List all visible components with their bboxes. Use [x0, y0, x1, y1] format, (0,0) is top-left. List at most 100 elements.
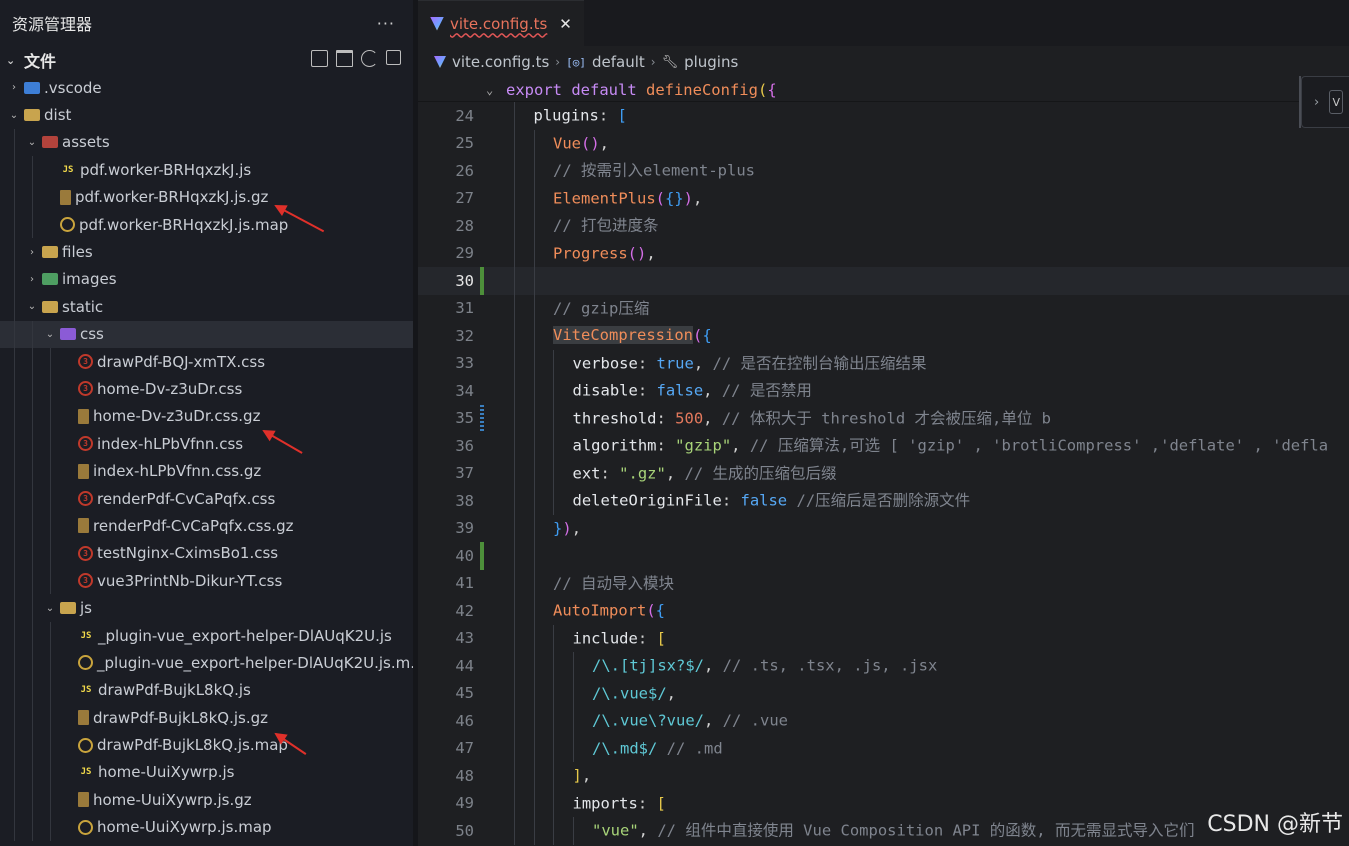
code-line[interactable]: 25 Vue(),	[418, 129, 1349, 157]
tree-item[interactable]: ›3vue3PrintNb-Dikur-YT.css	[0, 567, 413, 595]
code-text: threshold: 500, // 体积大于 threshold 才会被压缩,…	[514, 404, 1051, 432]
code-line[interactable]: 31 // gzip压缩	[418, 294, 1349, 322]
tree-item[interactable]: ⌄ js	[0, 594, 413, 622]
code-line[interactable]: 48],	[418, 762, 1349, 790]
indent-guide	[50, 703, 51, 732]
close-icon[interactable]: ✕	[559, 15, 572, 33]
breadcrumb-symbol-plugins[interactable]: plugins	[684, 53, 738, 71]
code-line[interactable]: 39}),	[418, 514, 1349, 542]
code-line[interactable]: 27 ElementPlus({}),	[418, 184, 1349, 212]
js-icon: JS	[62, 164, 74, 175]
code-line[interactable]: 28 // 打包进度条	[418, 212, 1349, 240]
code-line[interactable]: 36 algorithm: "gzip", // 压缩算法,可选 [ 'gzip'…	[418, 432, 1349, 460]
tree-item-label: drawPdf-BujkL8kQ.js.gz	[93, 708, 269, 727]
more-actions-icon[interactable]: ···	[377, 14, 395, 33]
tab-vite-config[interactable]: vite.config.ts ✕	[418, 0, 584, 46]
tree-item[interactable]: ›pdf.worker-BRHqxzkJ.js.gz	[0, 183, 413, 211]
tree-item[interactable]: ›JS_plugin-vue_export-helper-DlAUqK2U.js	[0, 621, 413, 650]
tree-item[interactable]: ⌄ assets	[0, 128, 413, 157]
code-line[interactable]: 35 threshold: 500, // 体积大于 threshold 才会被压…	[418, 404, 1349, 432]
tree-item[interactable]: ›home-Dv-z3uDr.css.gz	[0, 402, 413, 431]
vite-icon	[430, 16, 444, 31]
code-line[interactable]: 29 Progress(),	[418, 239, 1349, 268]
indent-guide	[32, 484, 33, 513]
tree-item[interactable]: ›3renderPdf-CvCaPqfx.css	[0, 484, 413, 513]
code-line[interactable]: 41 // 自动导入模块	[418, 569, 1349, 597]
code-text: imports: [	[514, 789, 666, 817]
breadcrumb-symbol-default[interactable]: default	[592, 53, 645, 71]
chevron-down-icon: ⌄	[45, 602, 55, 614]
tree-item[interactable]: ›JSpdf.worker-BRHqxzkJ.js	[0, 156, 413, 184]
code-line[interactable]: 40	[418, 542, 1349, 570]
tree-item-label: css	[80, 325, 104, 344]
new-folder-icon[interactable]	[336, 50, 353, 67]
indent-guide	[50, 649, 51, 677]
sticky-scroll-line[interactable]: ⌄ export default defineConfig({	[418, 78, 1349, 102]
tree-item[interactable]: ›JSdrawPdf-BujkL8kQ.js	[0, 676, 413, 704]
js-icon: JS	[80, 630, 92, 641]
tree-item[interactable]: ›home-UuiXywrp.js.map	[0, 813, 413, 841]
code-line[interactable]: 37 ext: ".gz", // 生成的压缩包后缀	[418, 459, 1349, 487]
indent-guide	[14, 567, 15, 595]
tree-item[interactable]: ›3index-hLPbVfnn.css	[0, 430, 413, 458]
line-number: 45	[455, 684, 474, 703]
css-icon: 3	[78, 491, 93, 507]
gz-icon	[78, 408, 89, 424]
code-line[interactable]: 30	[418, 267, 1349, 295]
indent-guide	[32, 430, 33, 458]
tree-item-label: drawPdf-BQJ-xmTX.css	[97, 352, 266, 371]
tree-item-label: drawPdf-BujkL8kQ.js.map	[97, 736, 288, 755]
code-editor[interactable]: 24 plugins: [25 Vue(), 26 // 按需引入element-plu…	[418, 102, 1349, 845]
tree-item[interactable]: › images	[0, 265, 413, 294]
tree-item[interactable]: › files	[0, 238, 413, 266]
tree-item[interactable]: ›3home-Dv-z3uDr.css	[0, 375, 413, 403]
tree-item[interactable]: ›_plugin-vue_export-helper-DlAUqK2U.js.m…	[0, 649, 413, 677]
code-line[interactable]: 43 include: [	[418, 624, 1349, 652]
tree-item[interactable]: ⌄ dist	[0, 101, 413, 128]
indent-guide	[50, 758, 51, 787]
code-line[interactable]: 33 verbose: true, // 是否在控制台输出压缩结果	[418, 349, 1349, 377]
code-line[interactable]: 45 /\.vue$/,	[418, 679, 1349, 707]
git-decoration	[480, 240, 484, 268]
code-text: /\.md$/ // .md	[514, 734, 723, 762]
breadcrumb-file[interactable]: vite.config.ts	[452, 53, 549, 71]
tree-item-label: index-hLPbVfnn.css	[97, 434, 244, 453]
line-number: 37	[455, 464, 474, 483]
code-line[interactable]: 24 plugins: [	[418, 102, 1349, 130]
code-line[interactable]: 32 ViteCompression({	[418, 322, 1349, 350]
tree-item[interactable]: ›drawPdf-BujkL8kQ.js.gz	[0, 703, 413, 732]
tree-item[interactable]: ›index-hLPbVfnn.css.gz	[0, 457, 413, 485]
git-decoration	[480, 322, 484, 350]
indent-guide	[32, 813, 33, 841]
tree-item[interactable]: ›3testNginx-CximsBo1.css	[0, 539, 413, 568]
code-line[interactable]: 38 deleteOriginFile: false //压缩后是否删除源文件	[418, 487, 1349, 515]
code-line[interactable]: 42 AutoImport({	[418, 597, 1349, 625]
tree-item-label: index-hLPbVfnn.css.gz	[93, 462, 262, 481]
code-line[interactable]: 47 /\.md$/ // .md	[418, 734, 1349, 762]
tree-item[interactable]: ⌄ css	[0, 320, 413, 348]
css-icon: 3	[78, 436, 93, 452]
tree-item[interactable]: ›3drawPdf-BQJ-xmTX.css	[0, 347, 413, 376]
tree-item[interactable]: ›JShome-UuiXywrp.js	[0, 758, 413, 787]
tree-item[interactable]: ›home-UuiXywrp.js.gz	[0, 786, 413, 814]
code-line[interactable]: 44 /\.[tj]sx?$/, // .ts, .tsx, .js, .jsx	[418, 652, 1349, 680]
tree-item[interactable]: ⌄ static	[0, 293, 413, 321]
code-line[interactable]: 46 /\.vue\?vue/, // .vue	[418, 707, 1349, 735]
code-text: /\.[tj]sx?$/, // .ts, .tsx, .js, .jsx	[514, 652, 937, 680]
tree-item-label: vue3PrintNb-Dikur-YT.css	[97, 571, 283, 590]
peek-widget[interactable]: › V	[1301, 76, 1349, 128]
code-line[interactable]: 26 // 按需引入element-plus	[418, 157, 1349, 185]
collapse-all-icon[interactable]	[386, 50, 401, 65]
tree-item[interactable]: › .vscode	[0, 74, 413, 101]
git-decoration	[480, 652, 484, 680]
files-section-header[interactable]: ⌄ 文件	[0, 46, 413, 74]
new-file-icon[interactable]	[311, 50, 328, 67]
tree-item[interactable]: ›pdf.worker-BRHqxzkJ.js.map	[0, 210, 413, 239]
tree-item[interactable]: ›drawPdf-BujkL8kQ.js.map	[0, 731, 413, 759]
line-number: 44	[455, 656, 474, 675]
tree-item[interactable]: ›renderPdf-CvCaPqfx.css.gz	[0, 512, 413, 540]
indent-guide	[14, 375, 15, 403]
indent-guide	[32, 210, 33, 239]
refresh-icon[interactable]	[361, 50, 378, 67]
code-line[interactable]: 34 disable: false, // 是否禁用	[418, 377, 1349, 405]
